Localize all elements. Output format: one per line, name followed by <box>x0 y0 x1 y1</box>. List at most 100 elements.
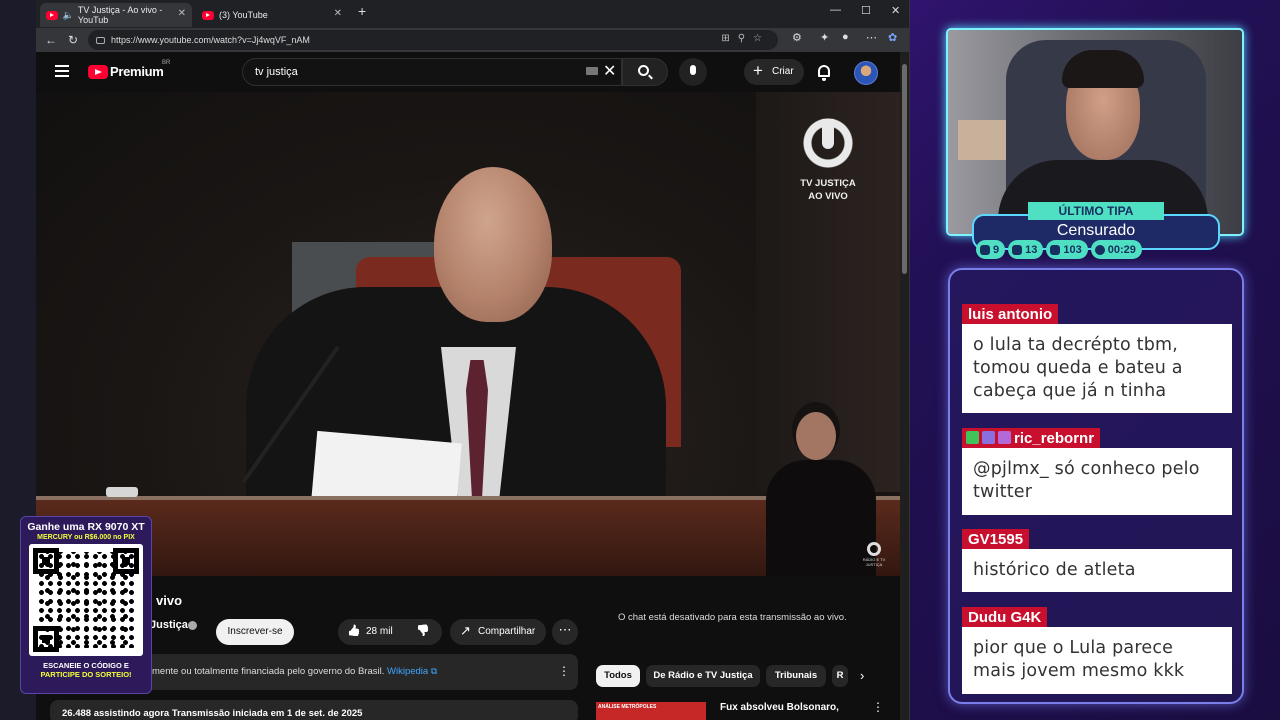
chat-username: Dudu G4K <box>962 607 1048 629</box>
rec-thumbnail: ANÁLISE METRÓPOLES <box>596 702 706 720</box>
judge-head <box>434 167 552 322</box>
watermark-line2: AO VIVO <box>808 191 848 202</box>
avatar[interactable] <box>854 61 878 85</box>
info-menu-icon[interactable]: ⋮ <box>558 664 570 678</box>
chip-partial[interactable]: R <box>832 665 848 687</box>
voice-search-icon[interactable] <box>679 58 707 86</box>
channel-name[interactable]: Justiça <box>150 619 188 631</box>
small-watermark-text: RÁDIO E TV JUSTIÇA <box>862 557 886 567</box>
cup <box>106 487 138 497</box>
mod-badge-icon <box>982 431 995 444</box>
share-button[interactable]: Compartilhar <box>450 619 546 645</box>
youtube-logo-icon[interactable] <box>88 65 108 79</box>
close-tab-icon[interactable]: ✕ <box>334 8 342 19</box>
more-actions-icon[interactable]: ⋯ <box>552 619 578 645</box>
chip-radio-tv-justica[interactable]: De Rádio e TV Justiça <box>646 665 760 687</box>
browser-window: 🔈 TV Justiça - Ao vivo - YouTub ✕ (3) Yo… <box>36 0 910 720</box>
stat-value: 9 <box>993 243 1000 256</box>
chat-username: GV1595 <box>962 529 1030 551</box>
tab-tv-justica[interactable]: 🔈 TV Justiça - Ao vivo - YouTub ✕ <box>40 3 192 27</box>
watermark-line1: TV JUSTIÇA <box>800 178 856 189</box>
description-box[interactable]: 26.488 assistindo agora Transmissão inic… <box>50 700 578 720</box>
keyboard-icon[interactable] <box>586 67 598 75</box>
verified-icon <box>188 621 197 630</box>
dislike-button[interactable] <box>408 619 438 645</box>
youtube-favicon-icon <box>46 10 58 20</box>
rec-title: Fux absolveu Bolsonaro, <box>720 702 839 713</box>
nameplate-label: ÚLTIMO TIPA <box>1028 202 1164 220</box>
stat-chat: 9 <box>976 240 1006 259</box>
search-icon <box>638 65 649 76</box>
small-logo-icon <box>867 542 881 556</box>
url-field[interactable]: https://www.youtube.com/watch?v=Jj4wqVF_… <box>88 30 778 50</box>
subscribe-button[interactable]: Inscrever-se <box>216 619 294 645</box>
chat-text: histórico de atleta <box>962 549 1232 592</box>
promo-headline: Ganhe uma RX 9070 XT <box>27 521 145 533</box>
youtube-icon <box>1012 244 1023 255</box>
clear-search-icon[interactable]: ✕ <box>603 61 616 81</box>
youtube-header: Premium BR tv justiça ✕ Criar <box>36 52 909 92</box>
chip-tribunais[interactable]: Tribunais <box>766 665 826 687</box>
promo-subline: MERCURY ou R$6.000 no PIX <box>37 534 135 541</box>
chat-text: pior que o Lula parece mais jovem mesmo … <box>962 627 1232 694</box>
new-tab-icon[interactable]: + <box>358 3 366 19</box>
chip-todos[interactable]: Todos <box>596 665 640 687</box>
page-scrollbar[interactable] <box>900 52 909 720</box>
stat-timer: 00:29 <box>1090 240 1142 259</box>
nameplate-name: Censurado <box>1056 222 1136 239</box>
whatsapp-icon <box>1094 244 1105 255</box>
search-input[interactable]: tv justiça <box>242 58 622 86</box>
stat-value: 13 <box>1025 243 1038 256</box>
tab-youtube[interactable]: (3) YouTube ✕ <box>196 3 348 27</box>
puzzle-icon[interactable]: ✦ <box>820 31 829 44</box>
extensions-icon[interactable]: ⚙ <box>792 31 802 44</box>
omnibox-actions-icon[interactable]: ⊞⚲☆ <box>721 33 770 44</box>
stat-value: 103 <box>1063 243 1082 256</box>
chevron-right-icon[interactable]: › <box>860 668 864 683</box>
rec-menu-icon[interactable]: ⋮ <box>872 700 884 714</box>
reload-icon[interactable]: ↻ <box>62 33 84 47</box>
funding-info-panel: mente ou totalmente financiada pelo gove… <box>132 654 578 690</box>
sub-badge-icon <box>966 431 979 444</box>
close-window-icon[interactable]: ✕ <box>891 4 900 17</box>
youtube-favicon-icon <box>202 10 214 20</box>
wikipedia-link[interactable]: Wikipedia <box>387 666 428 677</box>
tv-justica-logo-icon <box>797 112 859 174</box>
menu-icon[interactable] <box>55 65 69 80</box>
chat-disabled-message: O chat está desativado para esta transmi… <box>618 612 847 623</box>
close-tab-icon[interactable]: ✕ <box>178 8 186 19</box>
create-button[interactable]: Criar <box>744 59 804 85</box>
bell-icon[interactable] <box>818 65 830 81</box>
tab-title: (3) YouTube <box>219 10 268 20</box>
lock-icon <box>96 36 105 44</box>
tab-title: TV Justiça - Ao vivo - YouTub <box>77 5 163 25</box>
promo-cta-line2: PARTICIPE DO SORTEIO! <box>40 670 132 679</box>
back-icon[interactable]: ← <box>40 33 62 47</box>
qr-code-icon <box>29 544 143 656</box>
maximize-icon[interactable]: ☐ <box>861 4 871 17</box>
giveaway-promo: Ganhe uma RX 9070 XT MERCURY ou R$6.000 … <box>20 516 152 694</box>
speaker-icon: 🔈 <box>62 9 74 20</box>
country-code: BR <box>162 60 171 66</box>
search-button[interactable] <box>622 58 668 86</box>
stat-youtube: 13 <box>1008 240 1044 259</box>
chat-username: ric_rebornr <box>1014 430 1095 447</box>
profile-icon[interactable]: ● <box>842 31 849 43</box>
streamer-hair <box>1062 50 1144 88</box>
video-player[interactable]: TV JUSTIÇA AO VIVO RÁDIO E TV JUSTIÇA <box>36 92 900 576</box>
minimize-icon[interactable]: — <box>830 4 841 16</box>
chat-username-row: ric_rebornr <box>962 428 1101 450</box>
funding-info-text: mente ou totalmente financiada pelo gove… <box>152 666 385 677</box>
stream-stats: 9 13 103 00:29 <box>976 240 1216 260</box>
stat-value: 00:29 <box>1107 243 1136 256</box>
menu-dots-icon[interactable]: ⋯ <box>866 31 877 44</box>
scrollbar-thumb[interactable] <box>902 64 907 274</box>
recommended-video[interactable]: ANÁLISE METRÓPOLES Fux absolveu Bolsonar… <box>596 700 902 720</box>
external-link-icon: ⧉ <box>430 666 438 676</box>
video-title: vivo <box>156 593 183 608</box>
chat-icon <box>980 244 990 255</box>
url-text: https://www.youtube.com/watch?v=Jj4wqVF_… <box>111 35 310 45</box>
tab-bar: 🔈 TV Justiça - Ao vivo - YouTub ✕ (3) Yo… <box>36 0 909 28</box>
brand-label: Premium <box>110 64 164 79</box>
copilot-icon[interactable]: ✿ <box>888 31 897 44</box>
